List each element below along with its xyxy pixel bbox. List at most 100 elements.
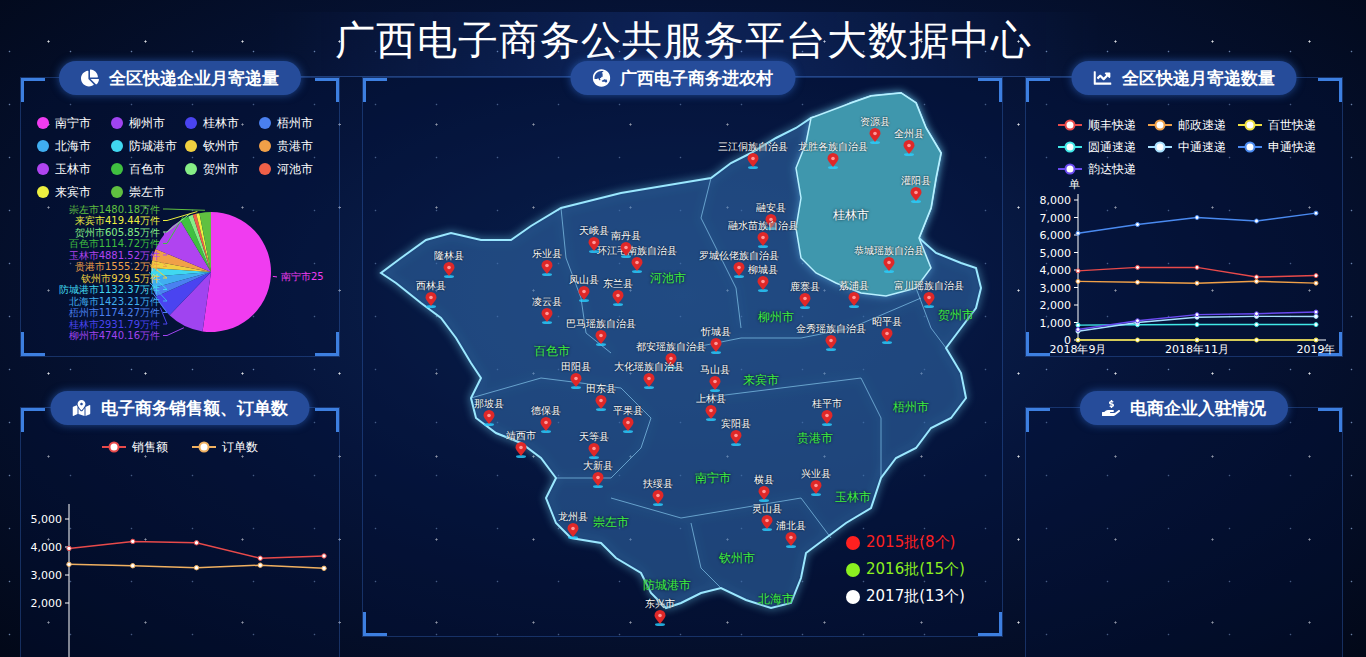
chart-point[interactable] [1195, 323, 1199, 327]
chart-point[interactable] [67, 562, 71, 566]
chart-point[interactable] [1314, 323, 1318, 327]
county-marker[interactable]: 东兴市 [645, 598, 675, 626]
legend-item[interactable]: 贵港市 [259, 139, 333, 153]
chart-point[interactable] [1195, 216, 1199, 220]
pie-slice[interactable] [199, 212, 211, 272]
county-marker[interactable]: 环江毛南族自治县 [597, 245, 677, 273]
county-marker[interactable]: 龙州县 [558, 511, 588, 539]
county-marker[interactable]: 金秀瑶族自治县 [796, 323, 866, 351]
chart-point[interactable] [1076, 279, 1080, 283]
county-marker[interactable]: 天等县 [579, 431, 609, 459]
chart-point[interactable] [1136, 223, 1140, 227]
chart-point[interactable] [131, 564, 135, 568]
county-marker[interactable]: 东兰县 [603, 278, 633, 306]
county-marker[interactable]: 田东县 [586, 383, 616, 411]
city-label[interactable]: 柳州市 [758, 310, 794, 324]
county-marker[interactable]: 柳城县 [748, 264, 778, 292]
chart-point[interactable] [1076, 231, 1080, 235]
county-marker[interactable]: 德保县 [531, 405, 561, 433]
legend-item[interactable]: 圆通速递 [1058, 140, 1148, 154]
chart-point[interactable] [322, 566, 326, 570]
legend-item[interactable]: 贺州市 [185, 162, 259, 176]
county-marker[interactable]: 荔浦县 [839, 280, 869, 308]
county-marker[interactable]: 南丹县 [611, 230, 641, 258]
city-label[interactable]: 北海市 [758, 592, 794, 606]
chart-point[interactable] [1314, 338, 1318, 342]
city-label[interactable]: 贺州市 [938, 308, 974, 322]
county-marker[interactable]: 龙胜各族自治县 [798, 141, 868, 169]
chart-point[interactable] [1255, 323, 1259, 327]
legend-item[interactable]: 玉林市 [37, 162, 111, 176]
city-label[interactable]: 防城港市 [643, 578, 691, 592]
batch-item[interactable]: 2015批(8个) [846, 533, 965, 552]
chart-point[interactable] [194, 541, 198, 545]
chart-point[interactable] [1195, 338, 1199, 342]
legend-item[interactable]: 柳州市 [111, 116, 185, 130]
chart-point[interactable] [194, 566, 198, 570]
county-marker[interactable]: 隆林县 [434, 250, 464, 278]
chart-point[interactable] [1314, 211, 1318, 215]
chart-point[interactable] [258, 556, 262, 560]
county-marker[interactable]: 融水苗族自治县 [728, 220, 798, 248]
chart-point[interactable] [322, 554, 326, 558]
county-marker[interactable]: 凌云县 [532, 296, 562, 324]
county-marker[interactable]: 全州县 [894, 128, 924, 156]
county-marker[interactable]: 靖西市 [506, 430, 536, 458]
chart-point[interactable] [1195, 313, 1199, 317]
legend-item[interactable]: 河池市 [259, 162, 333, 176]
legend-item[interactable]: 梧州市 [259, 116, 333, 130]
legend-item[interactable]: 韵达快递 [1058, 162, 1148, 176]
county-marker[interactable]: 昭平县 [872, 316, 902, 344]
chart-point[interactable] [1076, 338, 1080, 342]
county-marker[interactable]: 富川瑶族自治县 [894, 280, 964, 308]
chart-point[interactable] [1255, 279, 1259, 283]
county-marker[interactable]: 横县 [754, 474, 774, 502]
chart-point[interactable] [1195, 281, 1199, 285]
county-marker[interactable]: 资源县 [860, 116, 890, 144]
city-label[interactable]: 来宾市 [743, 373, 779, 387]
county-marker[interactable]: 马山县 [700, 364, 730, 392]
chart-point[interactable] [1136, 319, 1140, 323]
legend-item[interactable]: 百色市 [111, 162, 185, 176]
chart-point[interactable] [1195, 265, 1199, 269]
chart-point[interactable] [1314, 281, 1318, 285]
legend-item[interactable]: 邮政速递 [1148, 118, 1238, 132]
county-marker[interactable]: 浦北县 [776, 520, 806, 548]
county-marker[interactable]: 上林县 [696, 393, 726, 421]
county-marker[interactable]: 鹿寨县 [790, 281, 820, 309]
chart-point[interactable] [1076, 269, 1080, 273]
county-marker[interactable]: 大化瑶族自治县 [614, 361, 684, 389]
chart-point[interactable] [1136, 280, 1140, 284]
county-marker[interactable]: 恭城瑶族自治县 [854, 245, 924, 273]
chart-point[interactable] [1136, 265, 1140, 269]
batch-item[interactable]: 2017批(13个) [846, 587, 965, 606]
county-marker[interactable]: 乐业县 [532, 248, 562, 276]
city-label[interactable]: 钦州市 [719, 551, 755, 565]
county-marker[interactable]: 三江侗族自治县 [718, 141, 788, 169]
county-marker[interactable]: 天峨县 [579, 225, 609, 253]
legend-item[interactable]: 百世快递 [1238, 118, 1328, 132]
city-label[interactable]: 崇左市 [593, 515, 629, 529]
legend-item[interactable]: 北海市 [37, 139, 111, 153]
legend-item[interactable]: 来宾市 [37, 185, 111, 199]
legend-item[interactable]: 钦州市 [185, 139, 259, 153]
chart-point[interactable] [258, 563, 262, 567]
pie-slice[interactable] [203, 212, 271, 332]
chart-point[interactable] [131, 539, 135, 543]
legend-item[interactable]: 防城港市 [111, 139, 185, 153]
legend-item[interactable]: 中通速递 [1148, 140, 1238, 154]
chart-point[interactable] [1314, 310, 1318, 314]
highlighted-region[interactable] [796, 93, 941, 296]
legend-item[interactable]: 南宁市 [37, 116, 111, 130]
city-label[interactable]: 桂林市 [833, 208, 869, 222]
county-marker[interactable]: 西林县 [416, 280, 446, 308]
chart-point[interactable] [1136, 338, 1140, 342]
county-marker[interactable]: 大新县 [583, 460, 613, 488]
city-label[interactable]: 梧州市 [893, 400, 929, 414]
chart-point[interactable] [1255, 275, 1259, 279]
legend-item[interactable]: 销售额 [102, 440, 168, 454]
map-canvas[interactable]: 桂林市河池市柳州市贺州市百色市来宾市梧州市贵港市南宁市玉林市崇左市钦州市防城港市… [363, 78, 1002, 636]
city-label[interactable]: 河池市 [650, 271, 686, 285]
chart-point[interactable] [1076, 328, 1080, 332]
county-marker[interactable]: 兴业县 [801, 468, 831, 496]
